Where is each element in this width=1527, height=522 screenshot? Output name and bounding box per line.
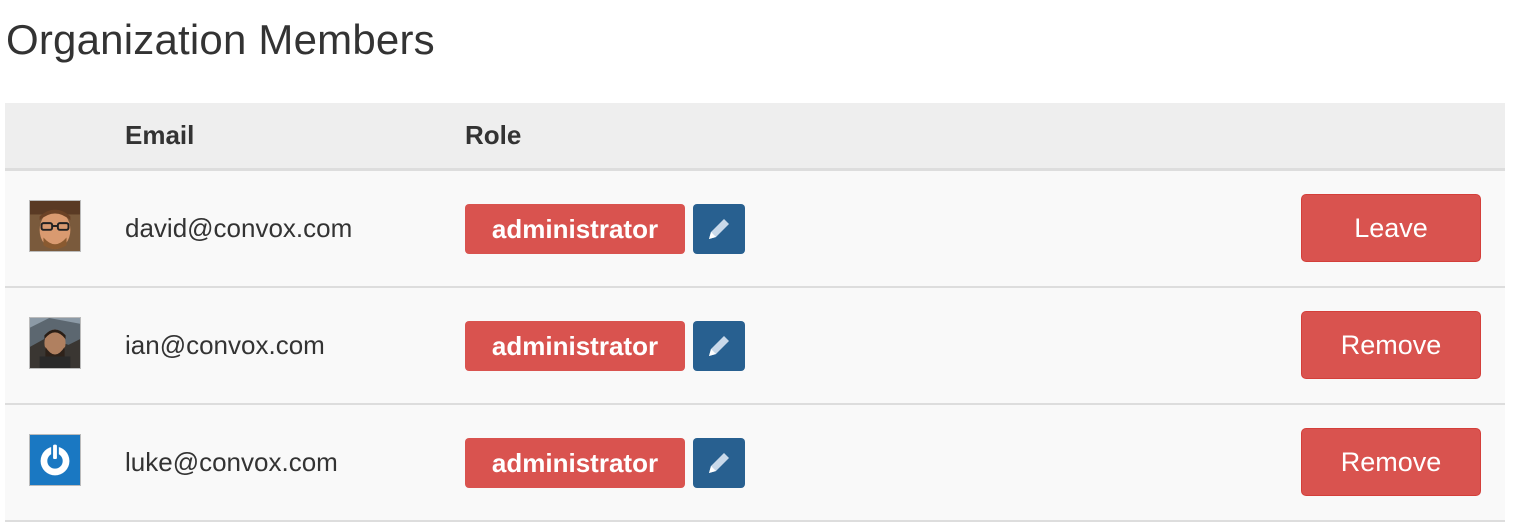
role-badge: administrator: [465, 321, 685, 371]
page-title: Organization Members: [6, 16, 435, 63]
column-header-role: Role: [465, 120, 522, 150]
members-table: Email Role david@convox.com administrato…: [5, 103, 1505, 522]
avatar: [29, 200, 81, 252]
role-badge: administrator: [465, 438, 685, 488]
table-row: ian@convox.com administrator Remove: [5, 288, 1505, 405]
table-row: david@convox.com administrator Leave: [5, 171, 1505, 288]
member-email: ian@convox.com: [125, 330, 325, 360]
power-logo-avatar-icon: [30, 435, 80, 485]
leave-button[interactable]: Leave: [1301, 194, 1481, 262]
pencil-icon: [709, 453, 729, 473]
avatar: [29, 434, 81, 486]
role-badge: administrator: [465, 204, 685, 254]
avatar: [29, 317, 81, 369]
member-email: david@convox.com: [125, 213, 353, 243]
table-row: luke@convox.com administrator Remove: [5, 405, 1505, 522]
photo-avatar-dark-icon: [30, 318, 80, 368]
edit-role-button[interactable]: [693, 204, 745, 254]
column-header-email: Email: [125, 120, 195, 150]
table-header: Email Role: [5, 103, 1505, 171]
pencil-icon: [709, 219, 729, 239]
remove-button[interactable]: Remove: [1301, 428, 1481, 496]
pencil-icon: [709, 336, 729, 356]
edit-role-button[interactable]: [693, 438, 745, 488]
edit-role-button[interactable]: [693, 321, 745, 371]
member-email: luke@convox.com: [125, 447, 338, 477]
remove-button[interactable]: Remove: [1301, 311, 1481, 379]
photo-avatar-glasses-icon: [30, 201, 80, 251]
